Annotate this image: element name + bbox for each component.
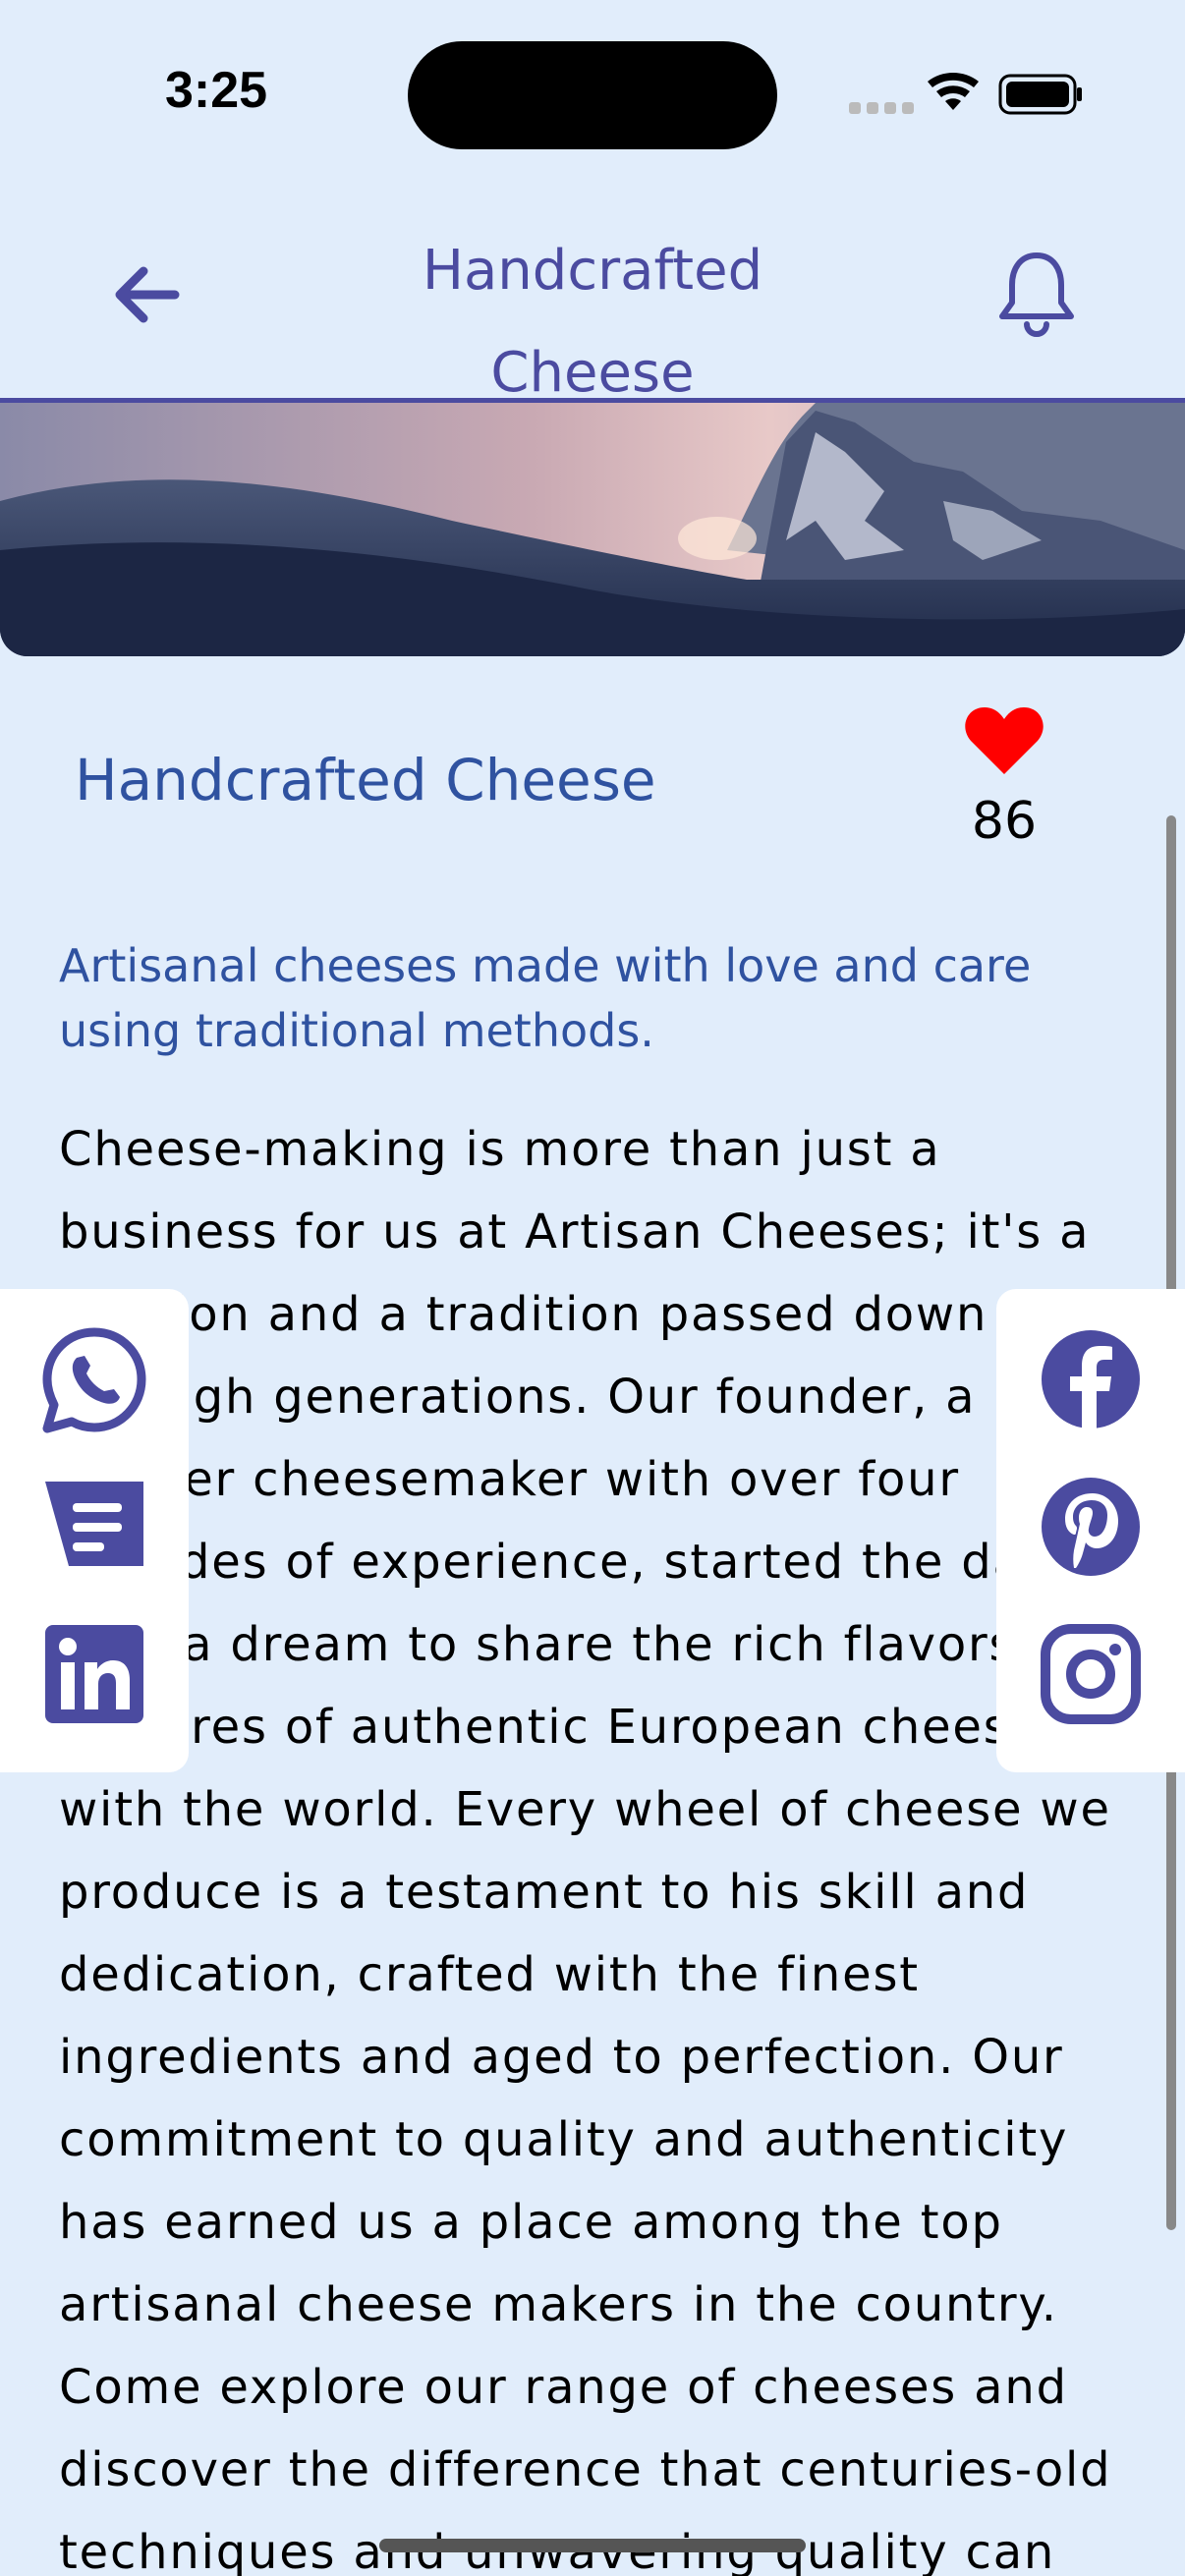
app-header: Handcrafted Cheese bbox=[0, 177, 1185, 405]
product-description: Cheese-making is more than just a busine… bbox=[59, 1122, 1124, 2576]
instagram-icon[interactable] bbox=[1036, 1619, 1146, 1729]
page-title: Handcrafted Cheese bbox=[324, 220, 861, 424]
status-icons bbox=[849, 72, 1082, 115]
battery-icon bbox=[998, 74, 1082, 115]
dynamic-island bbox=[408, 41, 777, 149]
pinterest-icon[interactable] bbox=[1036, 1472, 1146, 1582]
whatsapp-icon[interactable] bbox=[39, 1324, 149, 1434]
back-arrow-icon[interactable] bbox=[106, 253, 189, 336]
status-time: 3:25 bbox=[165, 62, 268, 119]
product-subtitle: Artisanal cheeses made with love and car… bbox=[59, 939, 1032, 1057]
screen: 3:25 Handcrafted Cheese Handcrafted Chee… bbox=[0, 0, 1185, 2576]
page-title-line1: Handcrafted bbox=[422, 239, 763, 303]
share-panel-right bbox=[996, 1289, 1185, 1772]
like-count: 86 bbox=[971, 792, 1038, 851]
home-indicator[interactable] bbox=[379, 2539, 806, 2552]
wifi-icon bbox=[928, 72, 979, 110]
product-title: Handcrafted Cheese bbox=[75, 747, 656, 813]
heart-icon[interactable] bbox=[963, 705, 1045, 776]
linkedin-icon[interactable] bbox=[39, 1619, 149, 1729]
message-icon[interactable] bbox=[39, 1472, 149, 1582]
facebook-icon[interactable] bbox=[1036, 1324, 1146, 1434]
bell-icon[interactable] bbox=[994, 248, 1079, 338]
cellular-icon bbox=[849, 102, 914, 114]
banner-image bbox=[0, 403, 1185, 656]
share-panel-left bbox=[0, 1289, 189, 1772]
